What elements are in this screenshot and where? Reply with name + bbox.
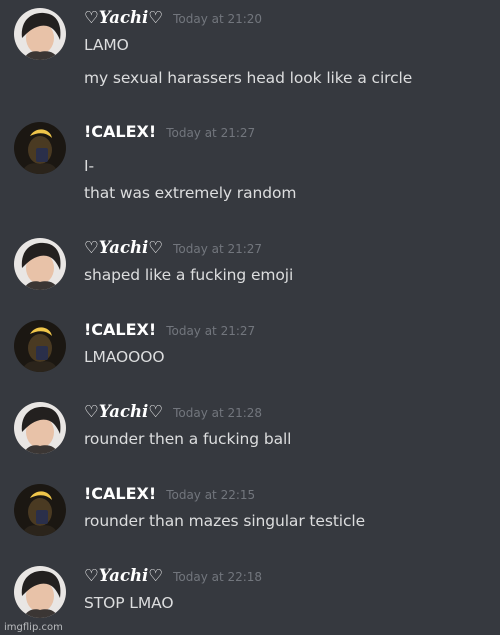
timestamp: Today at 21:27 <box>173 242 263 256</box>
user-avatar[interactable] <box>14 8 66 60</box>
chat-message: !CALEX! Today at 22:15 rounder than mazes… <box>0 484 500 544</box>
message-text: I- <box>84 157 94 175</box>
user-avatar[interactable] <box>14 238 66 290</box>
message-text: rounder than mazes singular testicle <box>84 512 366 530</box>
message-text: STOP LMAO <box>84 594 174 612</box>
avatar-dark-hair-icon <box>14 402 66 454</box>
user-avatar[interactable] <box>14 320 66 372</box>
timestamp: Today at 22:15 <box>166 488 256 502</box>
user-avatar[interactable] <box>14 566 66 618</box>
avatar-yellow-light-icon <box>14 122 66 174</box>
chat-message: ♡Yachi♡ Today at 21:27 shaped like a fuck… <box>0 238 500 298</box>
author-name[interactable]: ♡Yachi♡ <box>84 238 163 257</box>
message-text: LMAOOOO <box>84 348 165 366</box>
message-text: LAMO <box>84 36 129 54</box>
chat-message: ♡Yachi♡ Today at 21:28 rounder then a fuc… <box>0 402 500 462</box>
timestamp: Today at 21:28 <box>173 406 263 420</box>
message-text: shaped like a fucking emoji <box>84 266 294 284</box>
avatar-dark-hair-icon <box>14 8 66 60</box>
timestamp: Today at 21:27 <box>166 324 256 338</box>
avatar-yellow-light-icon <box>14 320 66 372</box>
chat-message: ♡Yachi♡ Today at 22:18 STOP LMAO <box>0 566 500 626</box>
author-name[interactable]: !CALEX! <box>84 320 156 339</box>
user-avatar[interactable] <box>14 402 66 454</box>
author-name[interactable]: ♡Yachi♡ <box>84 402 163 421</box>
timestamp: Today at 21:27 <box>166 126 256 140</box>
author-name[interactable]: !CALEX! <box>84 484 156 503</box>
avatar-yellow-light-icon <box>14 484 66 536</box>
chat-log: ♡Yachi♡ Today at 21:20 LAMO my sexual har… <box>0 0 500 635</box>
user-avatar[interactable] <box>14 484 66 536</box>
chat-message: !CALEX! Today at 21:27 LMAOOOO <box>0 320 500 380</box>
chat-message: !CALEX! Today at 21:27 I- that was extrem… <box>0 122 500 212</box>
avatar-dark-hair-icon <box>14 238 66 290</box>
watermark: imgflip.com <box>4 622 63 633</box>
message-text: my sexual harassers head look like a cir… <box>84 69 413 87</box>
timestamp: Today at 21:20 <box>173 12 263 26</box>
chat-message: ♡Yachi♡ Today at 21:20 LAMO my sexual har… <box>0 8 500 98</box>
message-text: that was extremely random <box>84 184 297 202</box>
avatar-dark-hair-icon <box>14 566 66 618</box>
user-avatar[interactable] <box>14 122 66 174</box>
author-name[interactable]: ♡Yachi♡ <box>84 566 163 585</box>
message-text: rounder then a fucking ball <box>84 430 292 448</box>
author-name[interactable]: !CALEX! <box>84 122 156 141</box>
author-name[interactable]: ♡Yachi♡ <box>84 8 163 27</box>
timestamp: Today at 22:18 <box>173 570 263 584</box>
